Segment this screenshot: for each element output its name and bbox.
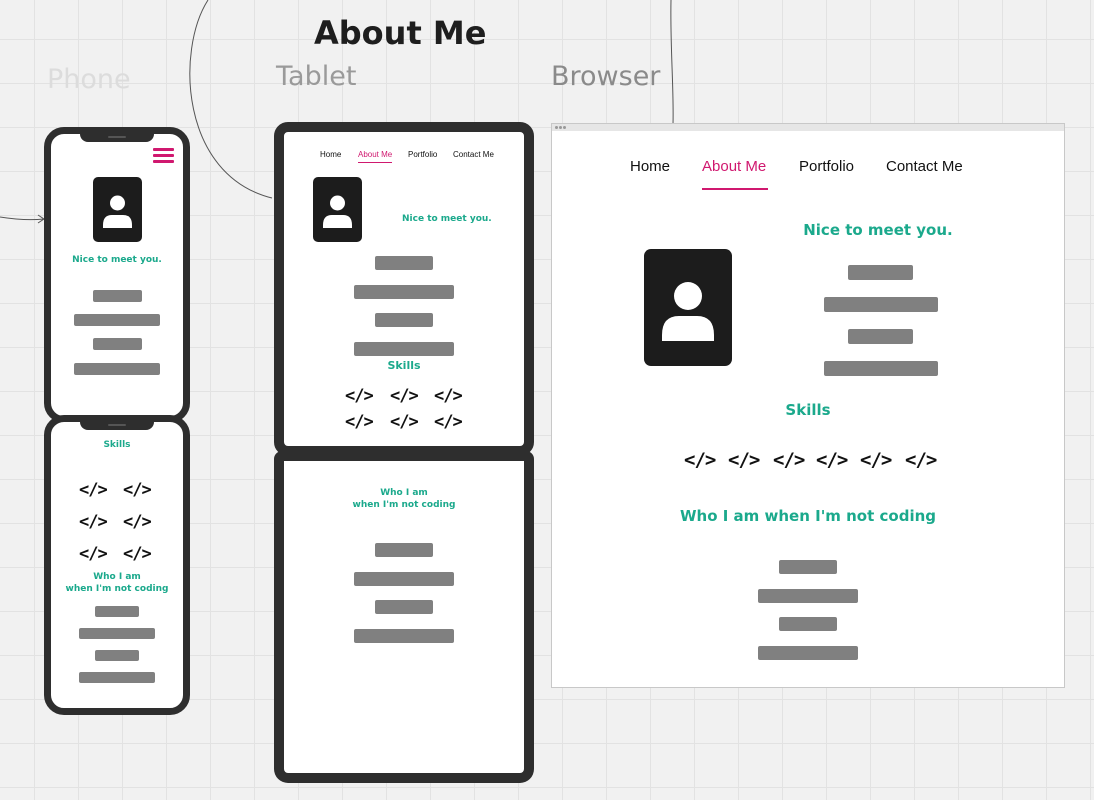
code-icon: </> xyxy=(390,412,419,432)
browser-title-bar xyxy=(552,124,1064,131)
code-icon: </> xyxy=(123,544,152,564)
greeting-heading: Nice to meet you. xyxy=(72,255,162,265)
phone-frame-label: Phone xyxy=(47,64,131,95)
tablet-frame-top[interactable]: Home About Me Portfolio Contact Me Nice … xyxy=(274,122,534,456)
code-icon: </> xyxy=(390,386,419,406)
tablet-frame-bottom[interactable]: Who I am when I'm not coding xyxy=(274,451,534,783)
phone-frame-top[interactable]: Nice to meet you. xyxy=(44,127,190,423)
code-icon: </> xyxy=(345,412,374,432)
text-placeholder xyxy=(758,589,858,603)
code-icon: </> xyxy=(79,480,108,500)
page-title: About Me xyxy=(314,14,487,52)
text-placeholder xyxy=(354,572,454,586)
hobbies-heading-line1: Who I am xyxy=(93,572,141,582)
skills-heading: Skills xyxy=(785,401,831,419)
nav-home[interactable]: Home xyxy=(320,150,341,159)
nav-portfolio[interactable]: Portfolio xyxy=(799,158,854,175)
text-placeholder xyxy=(74,314,160,326)
text-placeholder xyxy=(93,290,142,302)
text-placeholder xyxy=(95,606,139,617)
code-icon: </> xyxy=(860,449,892,471)
text-placeholder xyxy=(824,361,938,376)
skills-heading: Skills xyxy=(103,440,131,450)
code-icon: </> xyxy=(905,449,937,471)
code-icon: </> xyxy=(434,412,463,432)
text-placeholder xyxy=(758,646,858,660)
greeting-heading: Nice to meet you. xyxy=(402,214,492,224)
skills-heading: Skills xyxy=(387,359,421,372)
code-icon: </> xyxy=(123,480,152,500)
greeting-heading: Nice to meet you. xyxy=(803,221,953,239)
code-icon: </> xyxy=(79,544,108,564)
user-avatar-icon xyxy=(93,177,142,242)
code-icon: </> xyxy=(345,386,374,406)
text-placeholder xyxy=(93,338,142,350)
user-avatar-icon xyxy=(313,177,362,242)
hamburger-menu-icon[interactable] xyxy=(153,148,174,166)
text-placeholder xyxy=(848,265,913,280)
text-placeholder xyxy=(354,342,454,356)
nav-contact-me[interactable]: Contact Me xyxy=(453,150,494,159)
phone-notch xyxy=(80,421,154,430)
text-placeholder xyxy=(354,629,454,643)
text-placeholder xyxy=(779,617,837,631)
nav-about-me[interactable]: About Me xyxy=(358,150,392,159)
nav-about-me[interactable]: About Me xyxy=(702,158,766,175)
code-icon: </> xyxy=(79,512,108,532)
hobbies-heading-line1: Who I am xyxy=(380,488,428,498)
browser-frame[interactable]: Home About Me Portfolio Contact Me Nice … xyxy=(551,123,1065,688)
nav-contact-me[interactable]: Contact Me xyxy=(886,158,963,175)
code-icon: </> xyxy=(434,386,463,406)
nav-active-underline xyxy=(702,188,768,190)
nav-active-underline xyxy=(358,162,392,163)
phone-notch xyxy=(80,133,154,142)
hobbies-heading: Who I am when I'm not coding xyxy=(679,507,937,525)
text-placeholder xyxy=(74,363,160,375)
code-icon: </> xyxy=(773,449,805,471)
text-placeholder xyxy=(824,297,938,312)
hobbies-heading-line2: when I'm not coding xyxy=(65,584,169,594)
nav-home[interactable]: Home xyxy=(630,158,670,175)
text-placeholder xyxy=(375,600,433,614)
text-placeholder xyxy=(95,650,139,661)
phone-frame-bottom[interactable]: Skills </> </> </> </> </> </> Who I am … xyxy=(44,415,190,715)
text-placeholder xyxy=(79,672,155,683)
text-placeholder xyxy=(375,313,433,327)
text-placeholder xyxy=(354,285,454,299)
nav-portfolio[interactable]: Portfolio xyxy=(408,150,437,159)
text-placeholder xyxy=(848,329,913,344)
text-placeholder xyxy=(79,628,155,639)
code-icon: </> xyxy=(123,512,152,532)
text-placeholder xyxy=(779,560,837,574)
text-placeholder xyxy=(375,543,433,557)
code-icon: </> xyxy=(816,449,848,471)
user-avatar-icon xyxy=(644,249,732,366)
browser-frame-label: Browser xyxy=(551,61,661,92)
tablet-frame-label: Tablet xyxy=(276,61,357,92)
code-icon: </> xyxy=(684,449,716,471)
code-icon: </> xyxy=(728,449,760,471)
text-placeholder xyxy=(375,256,433,270)
hobbies-heading-line2: when I'm not coding xyxy=(352,500,456,510)
